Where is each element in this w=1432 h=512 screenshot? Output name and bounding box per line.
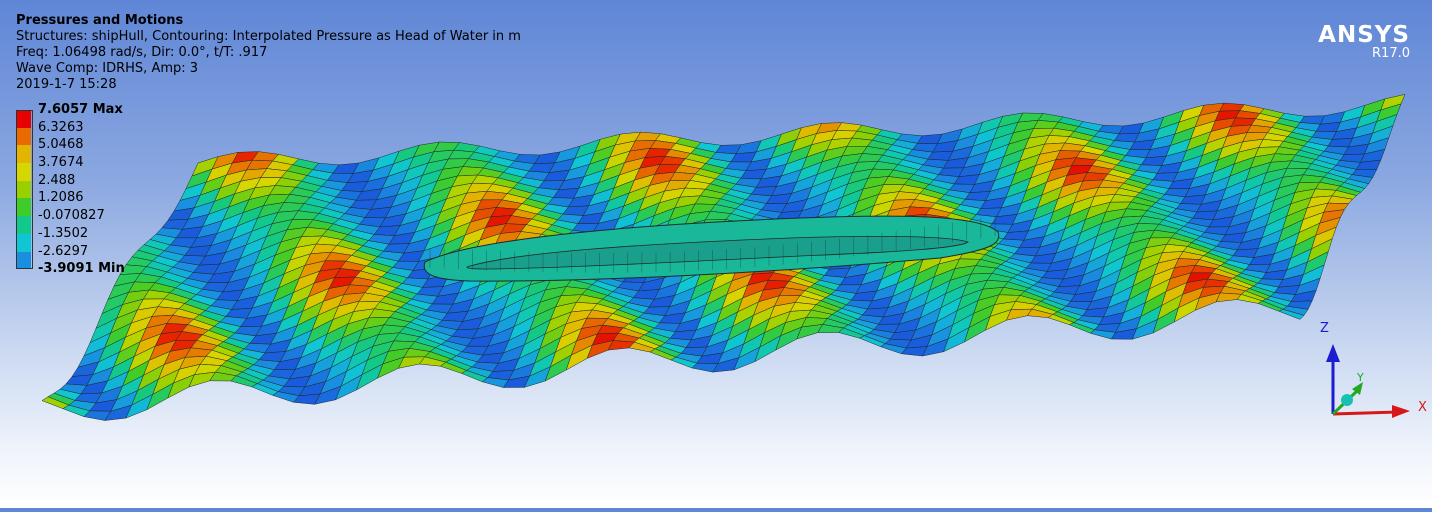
brand-name: ANSYS (1318, 22, 1410, 48)
legend-value: 1.2086 (38, 190, 84, 206)
legend-value: -1.3502 (38, 225, 89, 241)
legend-swatch (16, 216, 31, 234)
legend-value: 3.7674 (38, 155, 84, 171)
legend-swatch (16, 180, 31, 199)
legend-value: -2.6297 (38, 243, 89, 259)
legend-value: 7.6057 Max (38, 102, 123, 117)
result-frequency-line: Freq: 1.06498 rad/s, Dir: 0.0°, t/T: .91… (16, 45, 268, 60)
legend-swatch (16, 127, 31, 146)
legend-swatch (16, 145, 31, 164)
result-structures-line: Structures: shipHull, Contouring: Interp… (16, 29, 521, 44)
result-info-block: Pressures and Motions Structures: shipHu… (16, 13, 521, 93)
brand-version: R17.0 (1372, 46, 1410, 61)
result-title: Pressures and Motions (16, 13, 184, 28)
x-axis-arrow (1392, 405, 1410, 418)
axis-triad[interactable]: Z X Y (1300, 310, 1432, 430)
legend-swatch (16, 233, 31, 252)
legend-swatch (16, 198, 31, 217)
result-wave-line: Wave Comp: IDRHS, Amp: 3 (16, 61, 199, 76)
ansys-logo: ANSYS R17.0 (1318, 22, 1410, 61)
legend-swatch (16, 110, 31, 128)
legend-value: -0.070827 (38, 208, 105, 224)
legend-value: 6.3263 (38, 119, 84, 135)
legend-value: 2.488 (38, 172, 76, 188)
legend-swatch (16, 251, 31, 270)
z-axis-arrow (1326, 344, 1340, 362)
legend-value: 5.0468 (38, 137, 84, 153)
result-timestamp: 2019-1-7 15:28 (16, 77, 117, 92)
x-axis-label: X (1418, 400, 1427, 415)
triad-origin-sphere (1341, 394, 1353, 406)
z-axis-label: Z (1320, 321, 1329, 336)
y-axis-label: Y (1356, 371, 1364, 384)
legend-value: -3.9091 Min (38, 261, 125, 277)
legend-swatch (16, 163, 31, 181)
x-axis-line (1332, 410, 1401, 416)
